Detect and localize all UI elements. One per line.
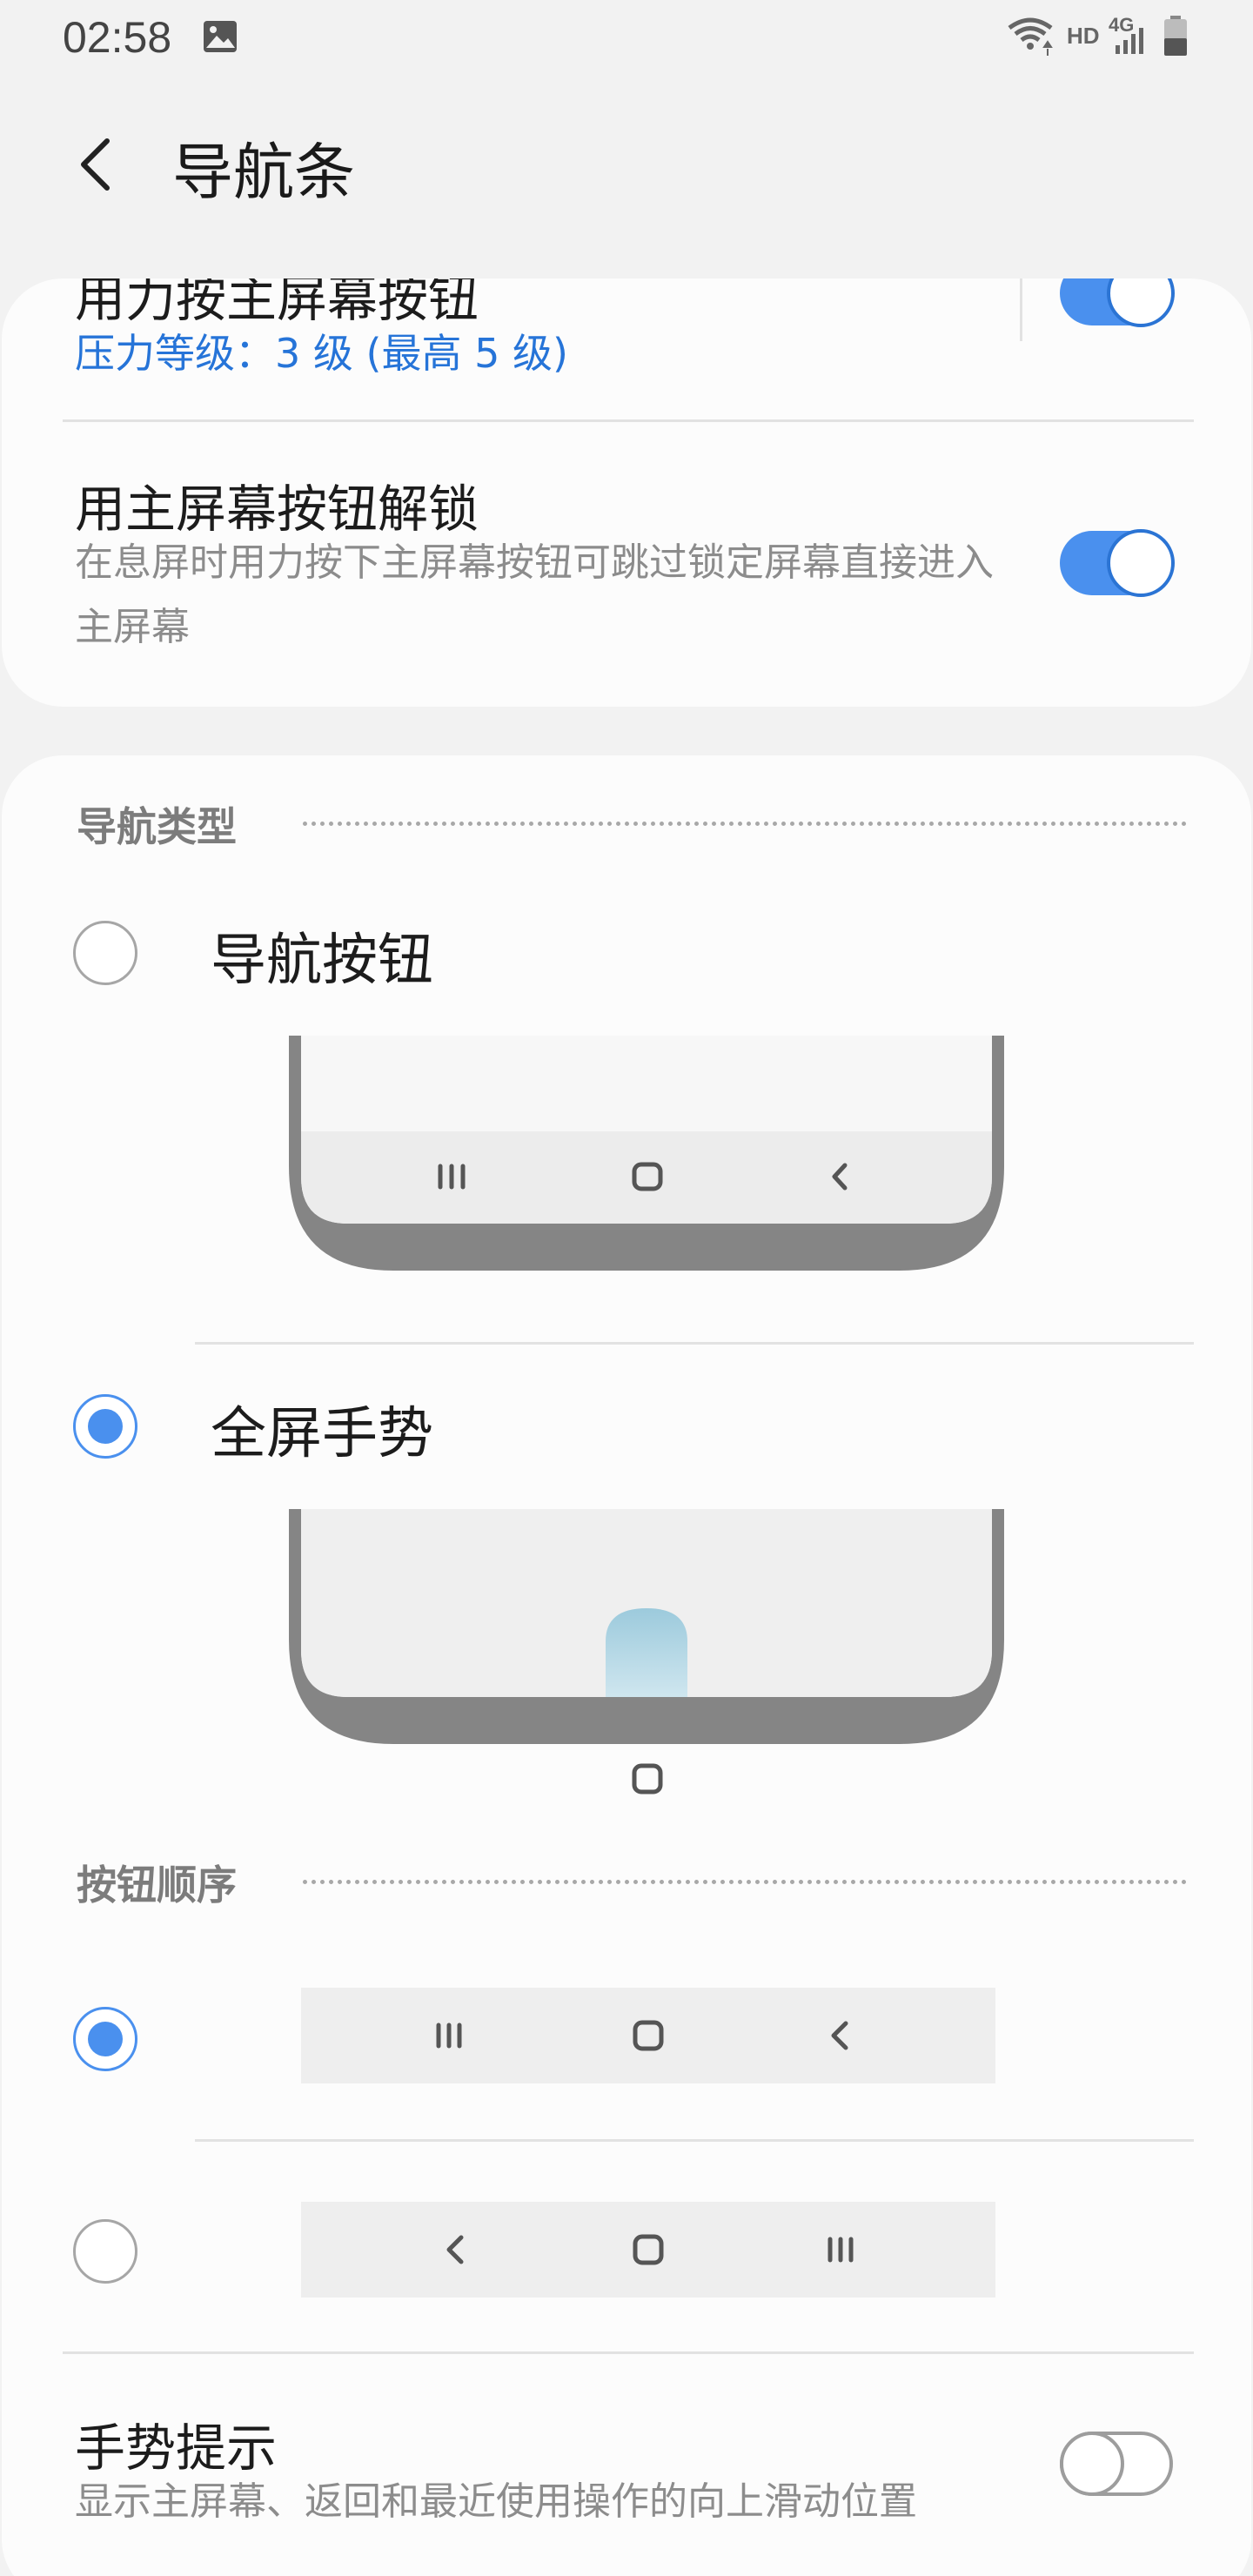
network-hd-label: HD: [1067, 23, 1100, 49]
section-heading-nav-type: 导航类型: [77, 803, 237, 850]
back-icon: [446, 2235, 464, 2264]
recents-icon: [828, 2237, 854, 2263]
gallery-icon: [204, 21, 237, 52]
home-icon: [633, 2234, 664, 2265]
app-bar: 导航条: [0, 104, 1253, 218]
home-icon: [632, 1763, 663, 1794]
radio-full-screen-gestures[interactable]: [73, 1394, 137, 1459]
row-separator: [1020, 278, 1022, 341]
navigation-type-card: 导航类型 导航按钮 全屏手势 按钮顺序 手势提示 显示主屏幕、返回和最近使用操作…: [2, 755, 1251, 2576]
section-dots: [303, 822, 1187, 826]
status-time: 02:58: [63, 13, 172, 62]
gesture-hints-description: 显示主屏幕、返回和最近使用操作的向上滑动位置: [75, 2479, 917, 2524]
radio-nav-buttons[interactable]: [73, 921, 137, 985]
divider: [63, 2351, 1194, 2354]
gesture-hints-toggle[interactable]: [1060, 2432, 1173, 2496]
option-label-nav-buttons[interactable]: 导航按钮: [211, 916, 433, 996]
divider: [195, 1342, 1194, 1345]
unlock-toggle[interactable]: [1060, 529, 1175, 597]
radio-order-back-home-recents[interactable]: [73, 2219, 137, 2284]
unlock-description: 在息屏时用力按下主屏幕按钮可跳过锁定屏幕直接进入主屏幕: [75, 540, 994, 649]
radio-order-recents-home-back[interactable]: [73, 2007, 137, 2071]
option-label-full-screen-gestures[interactable]: 全屏手势: [211, 1389, 433, 1469]
section-dots: [303, 1880, 1187, 1884]
force-press-toggle[interactable]: [1060, 278, 1175, 327]
battery-icon: [1164, 16, 1187, 56]
recents-icon: [436, 2023, 462, 2049]
order-preview-back-home-recents[interactable]: [301, 2202, 995, 2298]
gesture-handle: [606, 1608, 687, 1697]
home-icon: [633, 2020, 664, 2051]
divider: [195, 2139, 1194, 2142]
signal-icon: [1116, 28, 1143, 54]
nav-buttons-preview: [289, 1036, 1004, 1271]
force-press-level: 压力等级：3 级 (最高 5 级): [75, 330, 568, 377]
divider: [63, 419, 1194, 422]
page-title: 导航条: [172, 137, 355, 208]
gestures-preview: [289, 1509, 1004, 1744]
section-heading-button-order: 按钮顺序: [77, 1862, 237, 1909]
home-button-settings-card: 用力按主屏幕按钮 压力等级：3 级 (最高 5 级) 用主屏幕按钮解锁 在息屏时…: [2, 278, 1251, 707]
back-icon: [831, 2021, 848, 2050]
chevron-left-icon[interactable]: [59, 125, 137, 204]
status-bar: 02:58 HD 4G: [0, 0, 1253, 75]
wifi-icon: [1008, 17, 1053, 56]
order-preview-recents-home-back[interactable]: [301, 1988, 995, 2083]
